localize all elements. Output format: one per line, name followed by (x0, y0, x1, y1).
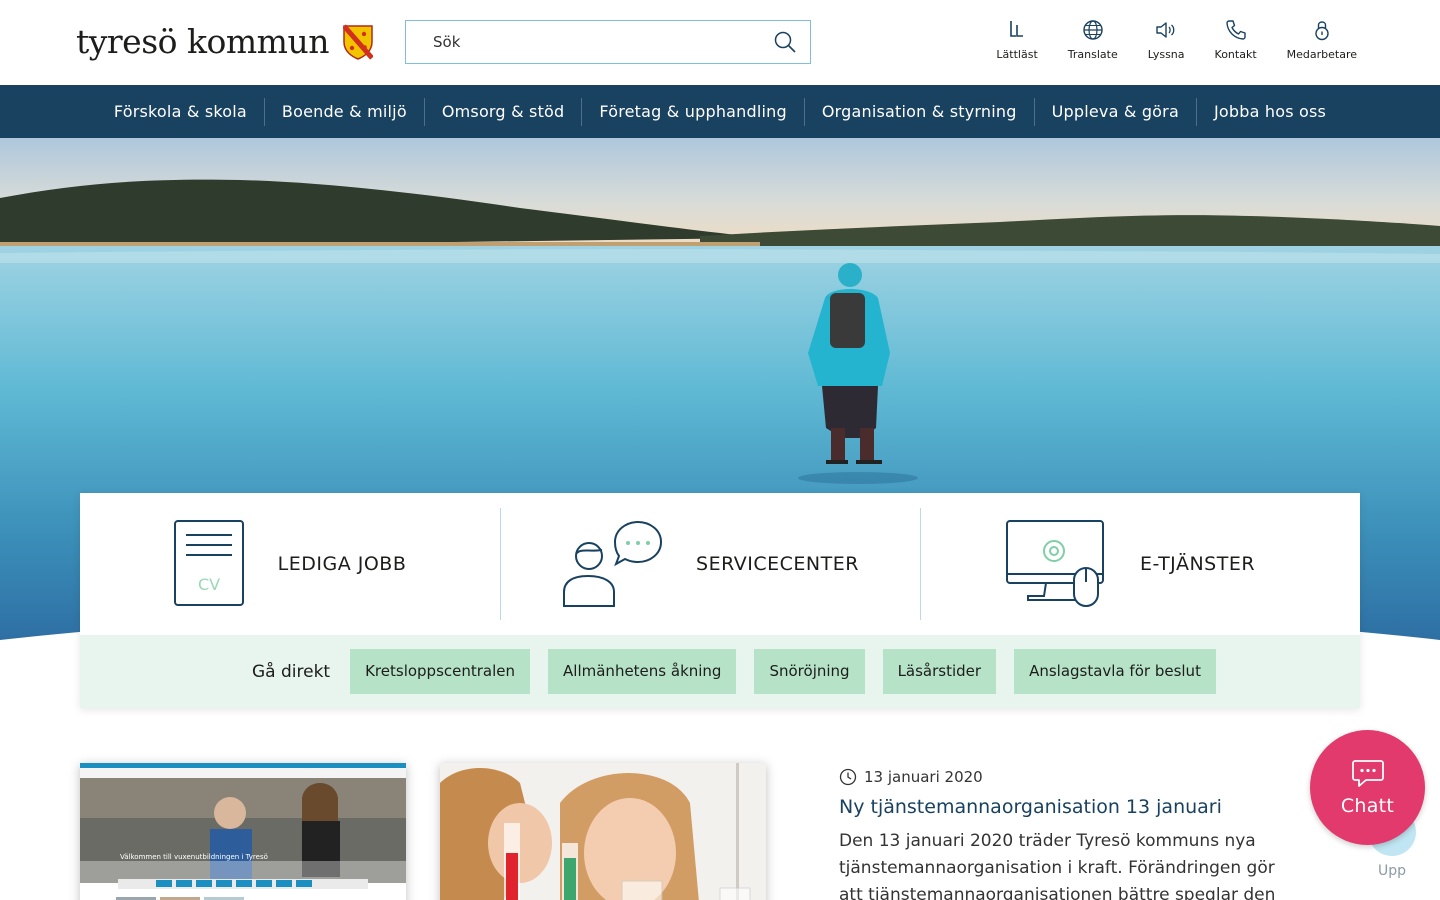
nav-item-foretag-upphandling[interactable]: Företag & upphandling (581, 97, 803, 126)
speaker-icon (1156, 22, 1175, 38)
chat-bubble-icon (1351, 759, 1384, 787)
nav-item-jobba-hos-oss[interactable]: Jobba hos oss (1195, 97, 1343, 126)
service-cards: CV LEDIGA JOBB SERVICECENTER E-TJÄNSTER (80, 493, 1360, 635)
chat-label: Chatt (1340, 794, 1395, 817)
card-label: SERVICECENTER (696, 553, 859, 575)
tool-lattlast[interactable]: Lättläst (996, 18, 1038, 61)
article-date: 13 januari 2020 (839, 768, 1289, 786)
tool-medarbetare[interactable]: Medarbetare (1287, 18, 1357, 61)
site-header: tyresö kommun Lättläst (0, 0, 1440, 85)
card-e-tjanster[interactable]: E-TJÄNSTER (920, 508, 1340, 620)
tool-label: Translate (1067, 48, 1118, 61)
article-text: Den 13 januari 2020 träder Tyresö kommun… (839, 831, 1276, 900)
tool-label: Kontakt (1214, 48, 1257, 61)
logo-text: tyresö kommun (76, 22, 329, 61)
tool-label: Lyssna (1147, 48, 1185, 61)
site-logo[interactable]: tyresö kommun (76, 22, 373, 62)
search-input[interactable] (406, 22, 773, 62)
lock-icon (1315, 21, 1329, 41)
nav-item-boende-miljo[interactable]: Boende & miljö (263, 97, 424, 126)
quick-links-panel: CV LEDIGA JOBB SERVICECENTER E-TJÄNSTER … (80, 493, 1360, 708)
direct-link-kretsloppscentralen[interactable]: Kretsloppscentralen (350, 649, 531, 694)
direct-link-snorojning[interactable]: Snöröjning (754, 649, 865, 694)
thumbnail-caption: Välkommen till vuxenutbildningen i Tyres… (120, 853, 268, 861)
clock-icon (839, 768, 857, 786)
direct-link-allmanhetens-akning[interactable]: Allmänhetens åkning (548, 649, 737, 694)
article-date-text: 13 januari 2020 (864, 768, 983, 786)
coat-of-arms-icon (342, 24, 373, 60)
tool-label: Medarbetare (1286, 48, 1357, 61)
direct-link-lasarstider[interactable]: Läsårstider (882, 649, 997, 694)
card-servicecenter[interactable]: SERVICECENTER (500, 508, 920, 620)
card-label: E-TJÄNSTER (1139, 553, 1256, 575)
header-tools: Lättläst Translate Lyssna Kontakt Medarb… (966, 18, 1357, 61)
tool-label: Lättläst (996, 48, 1038, 61)
go-direct-bar: Gå direkt Kretsloppscentralen Allmänhete… (80, 635, 1360, 708)
nav-item-forskola-skola[interactable]: Förskola & skola (97, 98, 264, 126)
children-chemistry-image (440, 763, 766, 900)
nav-item-omsorg-stod[interactable]: Omsorg & stöd (423, 97, 582, 126)
tool-translate[interactable]: Translate (1068, 18, 1118, 61)
news-thumbnail-chemistry[interactable] (440, 763, 766, 900)
computer-gear-icon (1005, 520, 1104, 607)
svg-text:CV: CV (198, 575, 220, 594)
tool-lyssna[interactable]: Lyssna (1148, 18, 1185, 61)
card-lediga-jobb[interactable]: CV LEDIGA JOBB (80, 508, 500, 620)
news-thumbnail-vuxenutbildning[interactable]: Välkommen till vuxenutbildningen i Tyres… (80, 763, 406, 900)
tool-kontakt[interactable]: Kontakt (1215, 18, 1257, 61)
search-box (405, 20, 811, 64)
go-direct-label: Gå direkt (252, 661, 331, 682)
website-screenshot-image: Välkommen till vuxenutbildningen i Tyres… (80, 763, 406, 900)
search-icon[interactable] (773, 30, 797, 54)
article-title-link[interactable]: Ny tjänstemannaorganisation 13 januari (839, 794, 1289, 820)
news-article: 13 januari 2020 Ny tjänstemannaorganisat… (839, 768, 1289, 900)
nav-item-uppleva-gora[interactable]: Uppleva & göra (1033, 97, 1196, 126)
main-nav: Förskola & skola Boende & miljö Omsorg &… (0, 85, 1440, 138)
scroll-up-label: Upp (1377, 863, 1407, 879)
person-speech-icon (563, 520, 663, 607)
phone-icon (1225, 20, 1246, 40)
nav-item-organisation-styrning[interactable]: Organisation & styrning (803, 97, 1034, 126)
chat-button[interactable]: Chatt (1310, 730, 1425, 845)
globe-icon (1083, 20, 1103, 40)
easy-read-icon (1010, 21, 1024, 37)
direct-link-anslagstavla[interactable]: Anslagstavla för beslut (1014, 649, 1216, 694)
cv-document-icon: CV (173, 520, 244, 606)
card-label: LEDIGA JOBB (277, 553, 407, 575)
